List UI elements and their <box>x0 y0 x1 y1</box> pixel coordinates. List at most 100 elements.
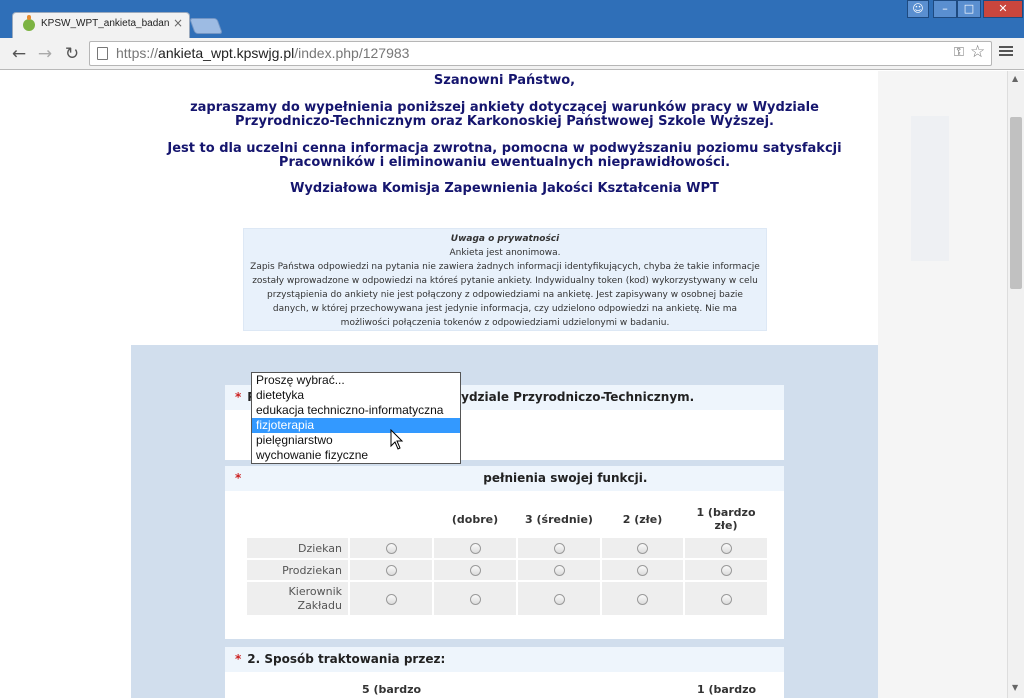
radio-cell[interactable] <box>434 582 516 615</box>
table-row: Kierownik Zakładu <box>247 582 767 615</box>
intro-greeting: Szanowni Państwo, <box>433 73 576 88</box>
radio-cell[interactable] <box>602 560 683 580</box>
maximize-button[interactable]: □ <box>957 0 981 18</box>
radio-button[interactable] <box>385 543 397 554</box>
privacy-title: Uwaga o prywatności <box>450 234 560 244</box>
question-header: * 2. Sposób traktowania przez: <box>225 647 784 672</box>
radio-button[interactable] <box>553 593 565 605</box>
radio-button[interactable] <box>637 543 648 554</box>
row-label: Dziekan <box>247 538 348 558</box>
radio-cell[interactable] <box>350 560 432 580</box>
intro-signature: Wydziałowa Komisja Zapewnienia Jakości K… <box>290 181 719 196</box>
scroll-down-arrow-icon[interactable]: ▼ <box>1012 683 1018 692</box>
privacy-notice: Uwaga o prywatności Ankieta jest anonimo… <box>243 228 767 331</box>
radio-button[interactable] <box>553 543 565 554</box>
radio-button[interactable] <box>553 565 565 576</box>
radio-button[interactable] <box>720 543 732 554</box>
row-label: Prodziekan <box>247 560 348 580</box>
menu-icon[interactable] <box>998 44 1014 58</box>
page-scrollbar[interactable]: ▲ ▼ <box>1007 71 1024 698</box>
dropdown-option[interactable]: edukacja techniczno-informatyczna <box>252 403 460 418</box>
table-row: Dziekan <box>247 538 767 558</box>
grid-col-header-5: 5 (bardzo <box>362 683 422 696</box>
dropdown-option[interactable]: pielęgniarstwo <box>252 433 460 448</box>
dropdown-option[interactable]: wychowanie fizyczne <box>252 448 460 463</box>
table-row: Prodziekan <box>247 560 767 580</box>
radio-button[interactable] <box>385 593 397 605</box>
reload-icon[interactable]: ↻ <box>61 43 83 65</box>
page-icon <box>97 47 108 60</box>
grid-corner <box>247 502 348 536</box>
radio-cell[interactable] <box>518 582 600 615</box>
required-mark: * <box>235 390 242 404</box>
new-tab-button[interactable] <box>189 18 223 34</box>
page-viewport: Szanowni Państwo, zapraszamy do wypełnie… <box>0 71 1007 698</box>
zaklad-dropdown-list[interactable]: Proszę wybrać... dietetyka edukacja tech… <box>251 372 461 464</box>
radio-cell[interactable] <box>518 538 600 558</box>
favicon-icon <box>23 15 35 31</box>
right-panel <box>878 71 1007 698</box>
radio-button[interactable] <box>720 565 732 576</box>
url-text[interactable]: https://ankieta_wpt.kpswjg.pl/index.php/… <box>116 45 409 61</box>
browser-toolbar: ← → ↻ https://ankieta_wpt.kpswjg.pl/inde… <box>0 38 1024 70</box>
browser-tab[interactable]: KPSW_WPT_ankieta_badani × <box>12 12 190 38</box>
address-bar[interactable]: https://ankieta_wpt.kpswjg.pl/index.php/… <box>89 41 992 66</box>
key-icon[interactable]: ⚿ <box>954 45 964 60</box>
back-arrow-icon[interactable]: ← <box>8 43 30 65</box>
privacy-anon: Ankieta jest anonimowa. <box>449 248 561 258</box>
question-text: 2. Sposób traktowania przez: <box>247 652 446 666</box>
radio-button[interactable] <box>469 593 481 605</box>
survey-area: * Proszę wybrać swój zakład w Wydziale Pr… <box>131 345 878 698</box>
grid-col-header-5 <box>350 502 432 536</box>
radio-cell[interactable] <box>518 560 600 580</box>
intro-info: Jest to dla uczelni cenna informacja zwr… <box>167 141 842 170</box>
privacy-text: Zapis Państwa odpowiedzi na pytania nie … <box>250 262 760 328</box>
grid-col-header-2: 2 (złe) <box>622 512 663 526</box>
tab-title: KPSW_WPT_ankieta_badani <box>41 18 169 29</box>
close-window-button[interactable]: ✕ <box>983 0 1023 18</box>
required-mark: * <box>235 471 242 485</box>
grid-col-header-3: 3 (średnie) <box>525 512 593 526</box>
grid-col-header-4: (dobre) <box>451 512 499 526</box>
radio-button[interactable] <box>385 565 397 576</box>
radio-cell[interactable] <box>685 538 767 558</box>
url-scheme: https:// <box>116 45 159 61</box>
minimize-button[interactable]: – <box>933 0 957 18</box>
radio-button[interactable] <box>720 593 732 605</box>
grid-col-header-1: 1 (bardzo złe) <box>696 506 756 532</box>
tab-close-icon[interactable]: × <box>173 16 183 30</box>
bookmark-star-icon[interactable]: ☆ <box>970 42 985 62</box>
url-path: /index.php/127983 <box>294 45 410 61</box>
user-icon[interactable]: ☺ <box>907 0 929 18</box>
question-traktowanie: * 2. Sposób traktowania przez: 5 (bardzo … <box>225 647 784 698</box>
radio-button[interactable] <box>637 593 648 605</box>
radio-button[interactable] <box>637 565 648 576</box>
scroll-up-arrow-icon[interactable]: ▲ <box>1012 74 1018 83</box>
radio-cell[interactable] <box>434 560 516 580</box>
radio-cell[interactable] <box>434 538 516 558</box>
dropdown-option[interactable]: Proszę wybrać... <box>252 373 460 388</box>
radio-cell[interactable] <box>685 582 767 615</box>
rating-grid: (dobre) 3 (średnie) 2 (złe) 1 (bardzo zł… <box>245 502 769 615</box>
radio-cell[interactable] <box>602 582 683 615</box>
required-mark: * <box>235 652 242 666</box>
forward-arrow-icon[interactable]: → <box>34 43 56 65</box>
question-text: pełnienia swojej funkcji. <box>483 471 648 485</box>
question-funkcja: * pełnienia swojej funkcji. (dobre) 3 (śr… <box>225 466 784 639</box>
radio-cell[interactable] <box>350 582 432 615</box>
intro-invite: zapraszamy do wypełnienia poniższej anki… <box>190 100 819 129</box>
side-panel-box <box>911 116 949 261</box>
dropdown-option[interactable]: dietetyka <box>252 388 460 403</box>
radio-cell[interactable] <box>685 560 767 580</box>
mouse-cursor-icon <box>390 429 404 450</box>
radio-button[interactable] <box>469 543 481 554</box>
dropdown-option-selected[interactable]: fizjoterapia <box>252 418 460 433</box>
row-label: Kierownik Zakładu <box>247 582 348 615</box>
radio-cell[interactable] <box>602 538 683 558</box>
question-header: * pełnienia swojej funkcji. <box>225 466 784 491</box>
scrollbar-thumb[interactable] <box>1010 117 1022 289</box>
survey-page: Szanowni Państwo, zapraszamy do wypełnie… <box>131 71 878 698</box>
radio-button[interactable] <box>469 565 481 576</box>
url-host: ankieta_wpt.kpswjg.pl <box>158 45 295 61</box>
radio-cell[interactable] <box>350 538 432 558</box>
